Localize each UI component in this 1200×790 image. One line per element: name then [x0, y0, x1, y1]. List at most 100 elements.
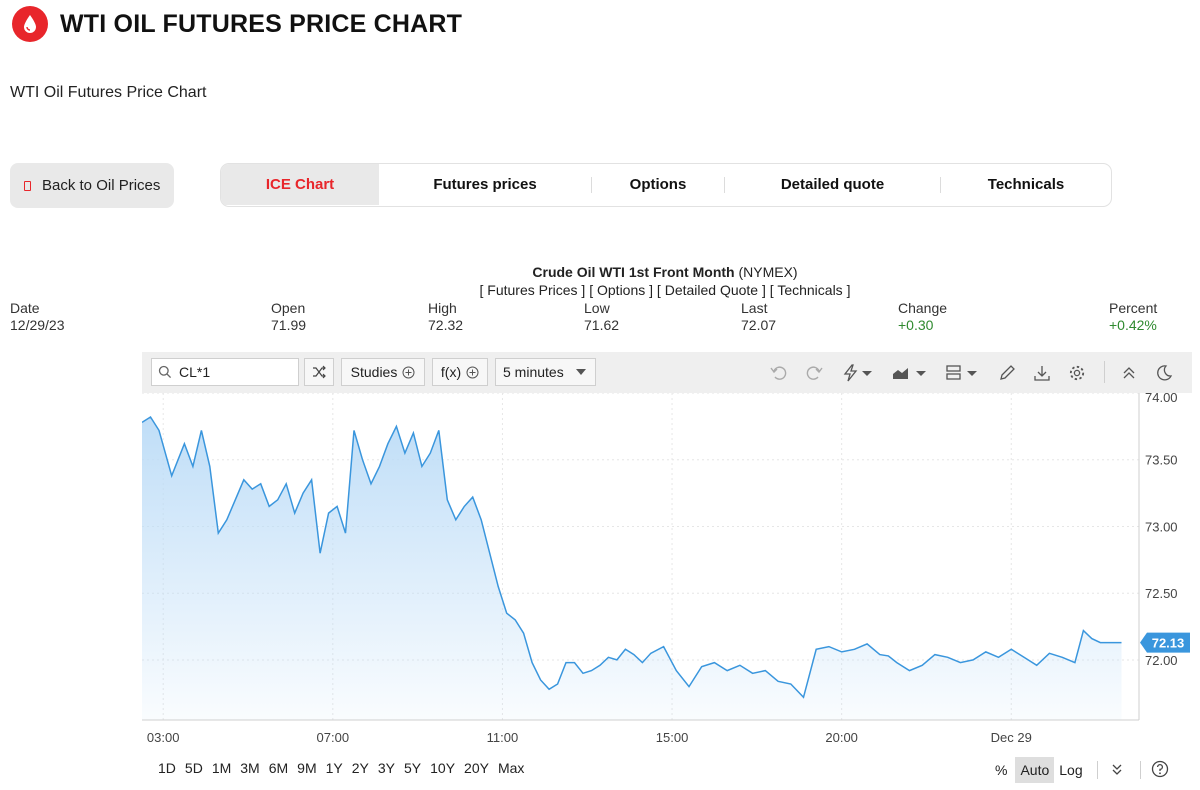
interval-select[interactable]: 5 minutes	[495, 358, 596, 386]
chevron-down-icon	[575, 369, 586, 375]
x-tick-label: 20:00	[825, 730, 858, 745]
plus-circle-icon	[402, 366, 415, 378]
link-technicals[interactable]: Technicals	[777, 282, 842, 298]
stat-value: 71.99	[271, 317, 307, 333]
last-price-label: 72.13	[1152, 636, 1185, 651]
tab-ice-chart[interactable]: ICE Chart	[221, 164, 379, 205]
download-button[interactable]	[1033, 362, 1051, 384]
interval-value: 5 minutes	[503, 364, 564, 380]
events-button[interactable]	[842, 362, 874, 384]
range-max[interactable]: Max	[498, 760, 524, 776]
compare-button[interactable]	[304, 358, 334, 386]
oil-drop-icon	[24, 15, 36, 33]
y-tick-label: 73.00	[1145, 519, 1178, 534]
moon-icon	[1157, 365, 1173, 381]
range-3y[interactable]: 3Y	[378, 760, 395, 776]
stat-percent: Percent +0.42%	[1109, 300, 1157, 334]
studies-label: Studies	[350, 364, 398, 380]
x-tick-label: 07:00	[317, 730, 350, 745]
price-area	[142, 417, 1122, 720]
layout-button[interactable]	[945, 362, 981, 384]
stat-label: Last	[741, 300, 768, 316]
scale-options: % Auto Log	[995, 756, 1169, 784]
area-chart-icon	[893, 368, 926, 379]
stat-label: Open	[271, 300, 306, 316]
instrument-exchange: (NYMEX)	[738, 264, 798, 280]
tab-options[interactable]: Options	[592, 164, 724, 205]
brand-logo-icon	[12, 6, 48, 42]
x-tick-label: Dec 29	[991, 730, 1032, 745]
help-button[interactable]	[1151, 760, 1169, 781]
range-1d[interactable]: 1D	[158, 760, 176, 776]
chart-toolbar: CL*1 Studies f(x) 5 minutes	[142, 352, 1192, 393]
y-tick-label: 72.00	[1145, 653, 1178, 668]
chevrons-down-icon	[1112, 764, 1122, 775]
bottom-separator	[1096, 761, 1098, 779]
symbol-value: CL*1	[179, 364, 211, 380]
redo-button[interactable]	[805, 362, 823, 384]
chart-type-button[interactable]	[892, 362, 928, 384]
stat-open: Open 71.99	[271, 300, 306, 334]
link-futures-prices[interactable]: Futures Prices	[487, 282, 577, 298]
stat-label: Date	[10, 300, 40, 316]
page-subtitle: WTI Oil Futures Price Chart	[10, 84, 207, 101]
back-button-label: Back to Oil Prices	[42, 177, 161, 194]
stat-value: +0.42%	[1109, 317, 1157, 333]
undo-icon	[770, 366, 787, 380]
settings-button[interactable]	[1068, 362, 1086, 384]
stat-value: 12/29/23	[10, 317, 65, 333]
y-tick-label: 74.00	[1145, 393, 1178, 405]
price-chart[interactable]: 74.00 73.50 73.00 72.50 72.00 03:00 07:00 11:0…	[142, 393, 1192, 750]
download-icon	[1034, 366, 1050, 381]
range-10y[interactable]: 10Y	[430, 760, 455, 776]
tab-technicals[interactable]: Technicals	[941, 164, 1111, 205]
pencil-icon	[1000, 365, 1015, 380]
stat-value: 71.62	[584, 317, 620, 333]
price-chart-svg: 74.00 73.50 73.00 72.50 72.00 03:00 07:00 11:0…	[142, 393, 1190, 745]
stat-label: Low	[584, 300, 610, 316]
stat-value: +0.30	[898, 317, 934, 333]
stat-label: Change	[898, 300, 948, 316]
range-5y[interactable]: 5Y	[404, 760, 421, 776]
range-selector: 1D 5D 1M 3M 6M 9M 1Y 2Y 3Y 5Y 10Y 20Y Ma…	[158, 760, 533, 776]
link-detailed-quote[interactable]: Detailed Quote	[665, 282, 758, 298]
back-icon	[24, 180, 31, 191]
range-1y[interactable]: 1Y	[326, 760, 343, 776]
tab-detailed-quote[interactable]: Detailed quote	[725, 164, 940, 205]
range-2y[interactable]: 2Y	[352, 760, 369, 776]
symbol-search-input[interactable]: CL*1	[151, 358, 299, 386]
layout-icon	[946, 365, 977, 380]
functions-label: f(x)	[440, 364, 462, 380]
range-20y[interactable]: 20Y	[464, 760, 489, 776]
stat-change: Change +0.30	[898, 300, 947, 334]
shuffle-icon	[313, 365, 326, 379]
stat-label: Percent	[1109, 300, 1158, 316]
auto-scale-button[interactable]: Auto	[1015, 757, 1055, 783]
collapse-chart-button[interactable]	[1110, 762, 1124, 779]
range-6m[interactable]: 6M	[269, 760, 288, 776]
plus-circle-icon	[466, 366, 479, 378]
range-1m[interactable]: 1M	[212, 760, 231, 776]
percent-scale-button[interactable]: %	[995, 762, 1007, 778]
stat-date: Date 12/29/23	[10, 300, 65, 334]
back-to-oil-prices-button[interactable]: Back to Oil Prices	[10, 163, 174, 208]
studies-button[interactable]: Studies	[341, 358, 425, 386]
link-options[interactable]: Options	[597, 282, 645, 298]
functions-button[interactable]: f(x)	[432, 358, 488, 386]
range-3m[interactable]: 3M	[240, 760, 259, 776]
tab-futures-prices[interactable]: Futures prices	[379, 164, 591, 205]
collapse-button[interactable]	[1121, 362, 1137, 384]
instrument-name: Crude Oil WTI 1st Front Month	[532, 264, 735, 280]
page-title: WTI OIL FUTURES PRICE CHART	[60, 10, 463, 38]
stat-label: High	[428, 300, 457, 316]
help-icon	[1151, 760, 1168, 777]
draw-button[interactable]	[998, 362, 1016, 384]
redo-icon	[806, 366, 823, 380]
range-5d[interactable]: 5D	[185, 760, 203, 776]
range-9m[interactable]: 9M	[297, 760, 316, 776]
lightning-icon	[843, 364, 872, 382]
stat-last: Last 72.07	[741, 300, 776, 334]
undo-button[interactable]	[770, 362, 788, 384]
theme-button[interactable]	[1155, 362, 1173, 384]
log-scale-button[interactable]: Log	[1059, 762, 1082, 778]
